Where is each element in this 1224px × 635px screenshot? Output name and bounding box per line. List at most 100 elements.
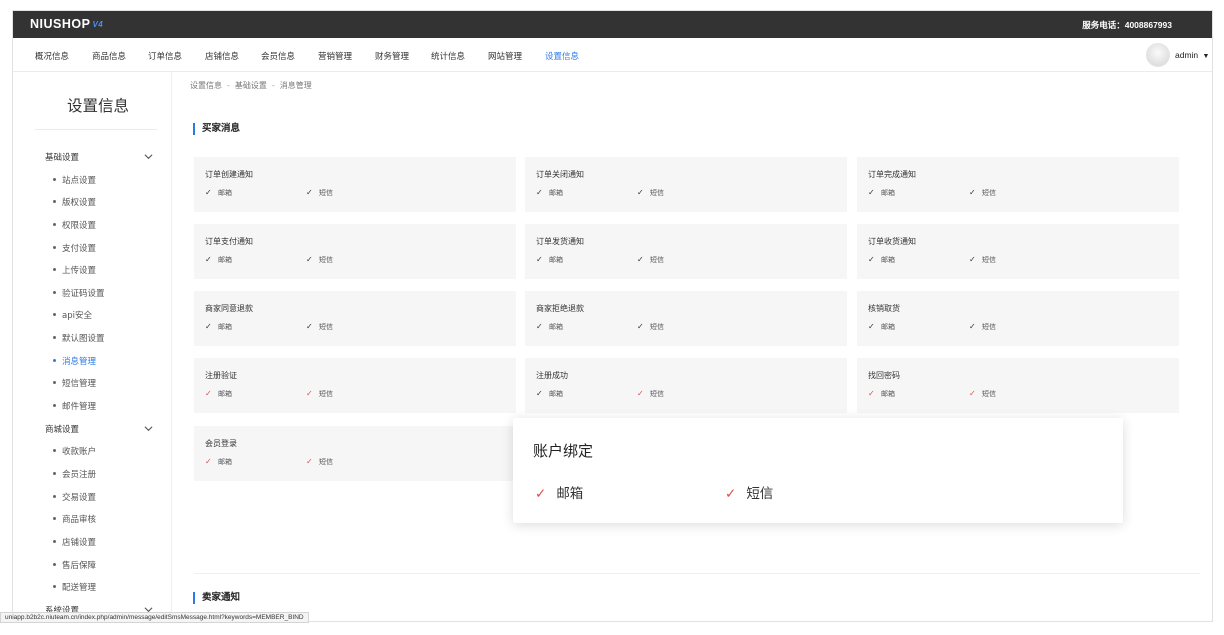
email-option[interactable]: ✓ 邮箱 [868,322,895,332]
sms-option[interactable]: ✓ 短信 [637,255,664,265]
message-card[interactable]: 注册成功 ✓ 邮箱 ✓ 短信 [525,358,847,413]
sidebar-item-api-security[interactable]: api安全 [53,309,92,321]
bullet-icon [53,178,56,181]
sidebar-item-default-image[interactable]: 默认图设置 [53,332,105,344]
section-divider [194,573,1200,574]
message-card[interactable]: 订单收货通知 ✓ 邮箱 ✓ 短信 [857,224,1179,279]
nav-item-statistics[interactable]: 统计信息 [431,50,465,62]
sidebar-item-upload[interactable]: 上传设置 [53,264,96,276]
email-option[interactable]: ✓ 邮箱 [868,188,895,198]
nav-item-members[interactable]: 会员信息 [261,50,295,62]
bullet-icon [53,585,56,588]
sidebar-group-basic[interactable]: 基础设置 [45,151,79,163]
sidebar-item-trade[interactable]: 交易设置 [53,491,96,503]
nav-item-overview[interactable]: 概况信息 [35,50,69,62]
sms-option[interactable]: ✓ 短信 [969,389,996,399]
sidebar-item-delivery[interactable]: 配送管理 [53,581,96,593]
check-icon: ✓ [868,322,875,331]
email-option[interactable]: ✓ 邮箱 [205,322,232,332]
sms-option[interactable]: ✓ 短信 [969,322,996,332]
message-card[interactable]: 订单支付通知 ✓ 邮箱 ✓ 短信 [194,224,516,279]
sidebar-item-message[interactable]: 消息管理 [53,355,96,367]
sms-option[interactable]: ✓ 短信 [306,322,333,332]
email-option[interactable]: ✓ 邮箱 [536,188,563,198]
sidebar-item-member-register[interactable]: 会员注册 [53,468,96,480]
message-card[interactable]: 订单创建通知 ✓ 邮箱 ✓ 短信 [194,157,516,212]
message-card-title: 订单发货通知 [536,237,584,246]
bullet-icon [53,540,56,543]
check-icon: ✓ [536,188,543,197]
nav-item-website[interactable]: 网站管理 [488,50,522,62]
email-option[interactable]: ✓ 邮箱 [205,188,232,198]
message-card[interactable]: 商家拒绝退款 ✓ 邮箱 ✓ 短信 [525,291,847,346]
sidebar-item-after-sales[interactable]: 售后保障 [53,559,96,571]
message-card[interactable]: 订单完成通知 ✓ 邮箱 ✓ 短信 [857,157,1179,212]
sidebar-item-label: 上传设置 [62,266,97,276]
nav-item-settings[interactable]: 设置信息 [545,50,579,62]
bullet-icon [53,313,56,316]
sidebar-item-captcha[interactable]: 验证码设置 [53,287,105,299]
message-card-title: 订单支付通知 [205,237,253,246]
avatar[interactable] [1146,43,1170,67]
account-binding-popover[interactable]: 账户绑定 ✓ 邮箱 ✓ 短信 [513,418,1123,523]
sidebar-item-store-settings[interactable]: 店铺设置 [53,536,96,548]
message-card[interactable]: 会员登录 ✓ 邮箱 ✓ 短信 [194,426,516,481]
message-card-title: 注册验证 [205,371,237,380]
sms-option[interactable]: ✓ 短信 [637,389,664,399]
sidebar-item-copyright[interactable]: 版权设置 [53,196,96,208]
message-card[interactable]: 订单关闭通知 ✓ 邮箱 ✓ 短信 [525,157,847,212]
nav-item-marketing[interactable]: 营销管理 [318,50,352,62]
email-option[interactable]: ✓ 邮箱 [868,389,895,399]
email-option[interactable]: ✓ 邮箱 [205,255,232,265]
message-card[interactable]: 商家同意退款 ✓ 邮箱 ✓ 短信 [194,291,516,346]
popover-sms-option[interactable]: ✓ 短信 [725,482,773,502]
email-option[interactable]: ✓ 邮箱 [536,322,563,332]
sidebar-item-mail[interactable]: 邮件管理 [53,400,96,412]
sidebar-item-site[interactable]: 站点设置 [53,174,96,186]
sms-option[interactable]: ✓ 短信 [306,389,333,399]
sms-option[interactable]: ✓ 短信 [969,255,996,265]
popover-email-option[interactable]: ✓ 邮箱 [535,482,583,502]
message-card[interactable]: 订单发货通知 ✓ 邮箱 ✓ 短信 [525,224,847,279]
sidebar-item-receiving-account[interactable]: 收款账户 [53,445,96,457]
breadcrumb-item[interactable]: 基础设置 [235,81,267,90]
message-card[interactable]: 注册验证 ✓ 邮箱 ✓ 短信 [194,358,516,413]
sms-label: 短信 [982,323,996,331]
logo-text: NIUSHOP [30,17,91,31]
sms-option[interactable]: ✓ 短信 [637,188,664,198]
bullet-icon [53,336,56,339]
email-option[interactable]: ✓ 邮箱 [205,389,232,399]
sidebar-item-label: 默认图设置 [62,334,105,344]
chevron-down-icon[interactable] [144,424,153,433]
sms-option[interactable]: ✓ 短信 [969,188,996,198]
nav-item-finance[interactable]: 财务管理 [375,50,409,62]
email-option[interactable]: ✓ 邮箱 [868,255,895,265]
sms-option[interactable]: ✓ 短信 [306,255,333,265]
email-option[interactable]: ✓ 邮箱 [536,389,563,399]
sidebar-item-label: api安全 [62,311,92,321]
check-icon: ✓ [969,255,976,264]
user-menu[interactable]: admin ▼ [1175,50,1209,60]
email-option[interactable]: ✓ 邮箱 [536,255,563,265]
sidebar-item-permission[interactable]: 权限设置 [53,219,96,231]
sidebar-item-sms[interactable]: 短信管理 [53,377,96,389]
email-option[interactable]: ✓ 邮箱 [205,457,232,467]
email-label: 邮箱 [218,256,232,264]
sms-option[interactable]: ✓ 短信 [306,188,333,198]
sidebar-item-goods-audit[interactable]: 商品审核 [53,513,96,525]
nav-item-orders[interactable]: 订单信息 [148,50,182,62]
message-card[interactable]: 找回密码 ✓ 邮箱 ✓ 短信 [857,358,1179,413]
sms-option[interactable]: ✓ 短信 [306,457,333,467]
logo[interactable]: NIUSHOP V4 [30,17,103,31]
breadcrumb-item[interactable]: 设置信息 [190,81,222,90]
nav-item-goods[interactable]: 商品信息 [92,50,126,62]
sms-option[interactable]: ✓ 短信 [637,322,664,332]
sidebar-item-payment[interactable]: 支付设置 [53,242,96,254]
sidebar-group-mall[interactable]: 商城设置 [45,423,79,435]
nav-item-store[interactable]: 店铺信息 [205,50,239,62]
message-card-title: 订单创建通知 [205,170,253,179]
email-label: 邮箱 [549,189,563,197]
message-card[interactable]: 核销取货 ✓ 邮箱 ✓ 短信 [857,291,1179,346]
bullet-icon [53,268,56,271]
chevron-down-icon[interactable] [144,152,153,161]
